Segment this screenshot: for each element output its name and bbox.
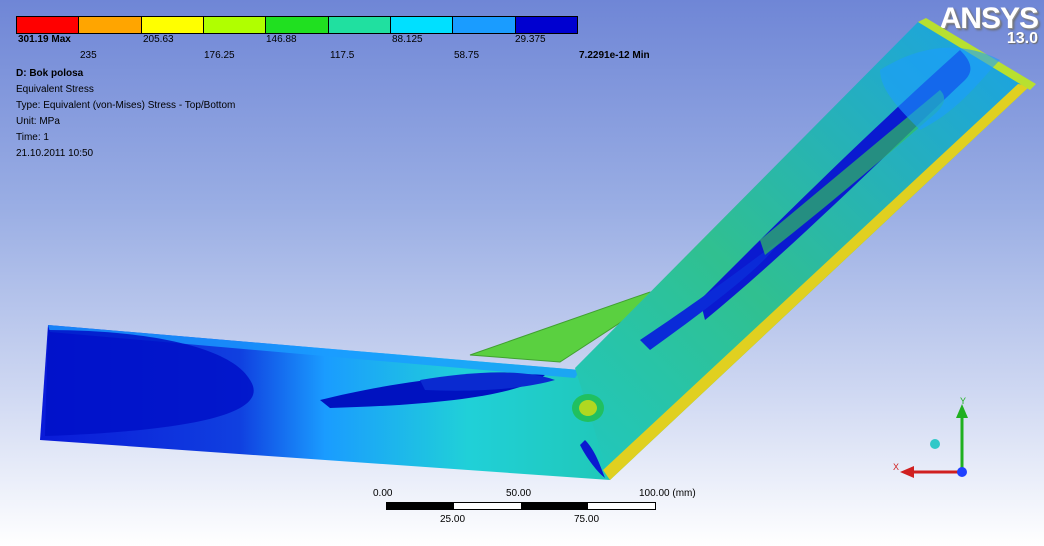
scale-tick-label: 25.00 <box>440 514 466 525</box>
scale-tick-label: 50.00 <box>506 488 532 499</box>
stress-contour-model[interactable] <box>0 0 1044 546</box>
scale-tick-label: 75.00 <box>574 514 600 525</box>
x-axis-label: X <box>893 462 899 472</box>
joint-hotspot <box>579 400 597 416</box>
scale-bar-segments <box>386 502 656 510</box>
z-axis-point <box>957 467 967 477</box>
coordinate-triad[interactable]: Y X <box>890 392 980 484</box>
scale-bar: 0.00 50.00 100.00 (mm) 25.00 75.00 <box>373 488 696 528</box>
triad-center-sphere[interactable] <box>930 439 940 449</box>
scale-tick-label: 0.00 <box>373 488 393 499</box>
y-axis-label: Y <box>960 396 966 406</box>
y-axis-arrow <box>956 404 968 418</box>
scale-tick-label: 100.00 (mm) <box>639 488 696 499</box>
x-axis-arrow <box>900 466 914 478</box>
